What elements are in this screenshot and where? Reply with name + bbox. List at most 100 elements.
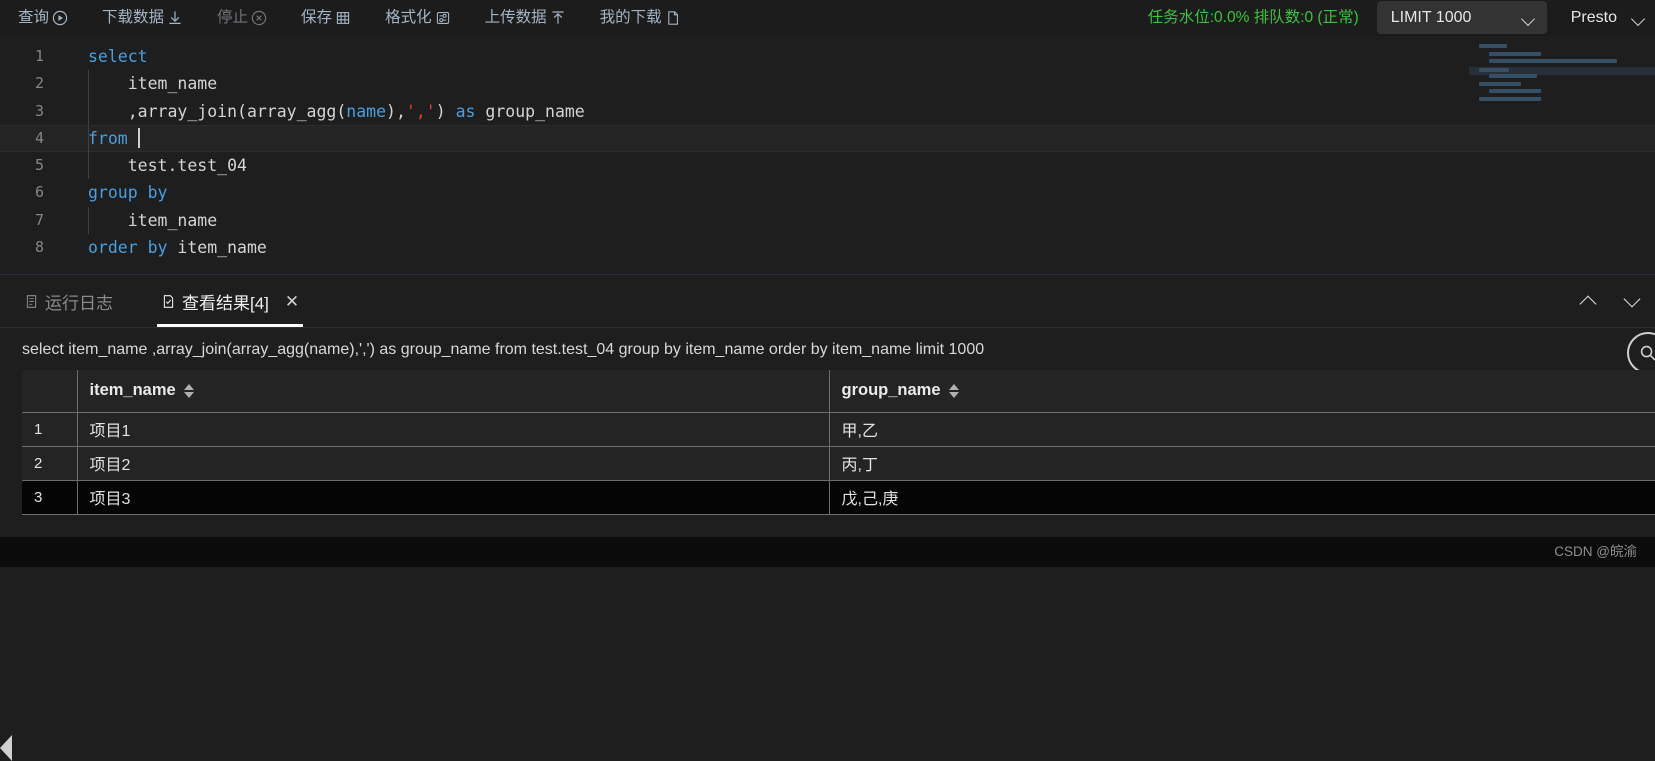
indent-guide — [88, 97, 89, 125]
download-icon — [167, 10, 183, 26]
text-caret — [137, 127, 140, 148]
toolbar-label: 下载数据 — [102, 8, 165, 26]
chevron-down-icon — [1631, 10, 1647, 26]
limit-select[interactable]: LIMIT 1000 — [1376, 1, 1547, 34]
chevron-up-icon[interactable] — [1579, 291, 1599, 311]
editor-line[interactable]: 6 group by — [0, 179, 1655, 206]
document-icon — [665, 10, 681, 26]
toolbar-upload-data-button[interactable]: 上传数据 — [477, 7, 574, 29]
line-content: from — [58, 124, 1655, 153]
line-content: group by — [58, 179, 1655, 206]
token-identifier: test.test_04 — [88, 156, 247, 176]
toolbar-my-downloads-button[interactable]: 我的下载 — [592, 7, 689, 29]
cell-group-name: 甲,乙 — [829, 412, 1655, 447]
toolbar-format-button[interactable]: 格式化 — [377, 7, 459, 29]
sql-console-app: 查询 下载数据 停止 保存 格式化 上传数据 我的下载 任务水位:0.0% 排队… — [0, 0, 1655, 761]
main-toolbar: 查询 下载数据 停止 保存 格式化 上传数据 我的下载 任务水位:0.0% 排队… — [0, 0, 1655, 36]
table-row[interactable]: 3 项目3 戊,己,庚 — [22, 480, 1655, 515]
line-number: 6 — [34, 183, 44, 202]
tab-run-log[interactable]: 运行日志 — [20, 275, 117, 327]
chevron-down-icon — [1521, 10, 1537, 26]
engine-select-value: Presto — [1570, 8, 1617, 26]
toolbar-label: 我的下载 — [599, 8, 662, 26]
token-punct: ), — [386, 101, 406, 121]
tab-view-results[interactable]: 查看结果[4] ✕ — [157, 275, 304, 327]
line-content: item_name — [58, 70, 1655, 98]
tab-label: 查看结果[4] — [182, 293, 269, 313]
bottom-strip — [0, 537, 1655, 567]
column-header-label: group_name — [841, 381, 941, 400]
indent-guide — [88, 124, 89, 153]
column-header-group-name[interactable]: group_name — [829, 370, 1655, 413]
token-string: ',' — [405, 101, 436, 121]
toolbar-label: 保存 — [301, 8, 333, 26]
line-content: order by item_name — [58, 234, 1655, 261]
indent-guide — [88, 70, 89, 98]
line-number: 1 — [34, 47, 44, 65]
token-keyword: select — [88, 47, 148, 66]
tab-label: 运行日志 — [45, 293, 113, 313]
indent-guide — [88, 206, 89, 235]
sort-toggle-icon[interactable] — [183, 383, 194, 398]
editor-line[interactable]: 8 order by item_name — [0, 234, 1655, 261]
table-row[interactable]: 1 项目1 甲,乙 — [22, 412, 1655, 447]
line-content: ,array_join(array_agg(name),',') as grou… — [58, 97, 1655, 125]
toolbar-label: 查询 — [18, 8, 50, 26]
cell-item-name: 项目1 — [77, 412, 830, 447]
cell-group-name: 戊,己,庚 — [829, 480, 1655, 515]
log-document-icon — [24, 294, 39, 309]
play-circle-icon — [52, 10, 68, 26]
column-header-item-name[interactable]: item_name — [77, 370, 830, 413]
stop-circle-icon — [251, 10, 267, 26]
editor-line[interactable]: 7 item_name — [0, 206, 1655, 235]
cell-item-name: 项目3 — [77, 480, 830, 515]
token-parameter: name — [346, 101, 387, 121]
token-keyword: as — [455, 101, 476, 121]
indent-guide — [88, 152, 89, 180]
toolbar-label: 格式化 — [385, 8, 432, 26]
row-index: 1 — [22, 412, 78, 447]
column-header-label: item_name — [89, 381, 176, 400]
cluster-status-text: 任务水位:0.0% 排队数:0 (正常) — [1147, 8, 1359, 26]
grid-save-icon — [335, 10, 351, 26]
chevron-down-icon[interactable] — [1623, 291, 1643, 311]
toolbar-download-data-button[interactable]: 下载数据 — [94, 7, 191, 29]
token-keyword: group by — [88, 183, 168, 203]
row-index-header — [22, 370, 78, 413]
line-number: 2 — [34, 74, 44, 93]
toolbar-stop-button[interactable]: 停止 — [209, 7, 275, 29]
editor-line[interactable]: 2 item_name — [0, 70, 1655, 98]
table-row[interactable]: 2 项目2 丙,丁 — [22, 446, 1655, 481]
sql-editor[interactable]: 1 select 2 item_name 3 ,array_join(array… — [0, 36, 1655, 274]
line-content: item_name — [58, 206, 1655, 235]
token-identifier: item_name — [88, 210, 218, 230]
cell-item-name: 项目2 — [77, 446, 830, 481]
editor-line[interactable]: 3 ,array_join(array_agg(name),',') as gr… — [0, 97, 1655, 125]
engine-select[interactable]: Presto — [1557, 1, 1651, 34]
token-identifier: ,array_join(array_agg( — [88, 101, 347, 121]
toolbar-save-button[interactable]: 保存 — [293, 7, 359, 29]
collapse-sidebar-handle[interactable] — [0, 735, 12, 761]
line-content: select — [58, 43, 1655, 70]
token-identifier: item_name — [88, 74, 218, 94]
sort-toggle-icon[interactable] — [948, 383, 959, 398]
toolbar-run-query-button[interactable]: 查询 — [10, 7, 76, 29]
results-panel: 运行日志 查看结果[4] ✕ select item_name ,array_j… — [0, 274, 1655, 761]
row-index: 3 — [22, 480, 78, 515]
editor-line-active[interactable]: 4 from — [0, 124, 1655, 153]
result-document-icon — [161, 294, 176, 309]
line-number: 7 — [34, 210, 44, 229]
token-keyword: order by — [88, 238, 168, 258]
sql-code-area[interactable]: 1 select 2 item_name 3 ,array_join(array… — [0, 36, 1655, 261]
editor-line[interactable]: 1 select — [0, 43, 1655, 70]
close-icon[interactable]: ✕ — [285, 293, 299, 310]
executed-query-text: select item_name ,array_join(array_agg(n… — [22, 341, 985, 358]
results-table-head: item_name group_name — [22, 370, 1655, 413]
line-number: 8 — [34, 238, 44, 257]
cell-group-name: 丙,丁 — [829, 446, 1655, 481]
editor-line[interactable]: 5 test.test_04 — [0, 152, 1655, 180]
line-number: 4 — [34, 128, 44, 147]
token-identifier: item_name — [167, 238, 267, 258]
format-icon — [435, 10, 451, 26]
upload-icon — [550, 10, 566, 26]
